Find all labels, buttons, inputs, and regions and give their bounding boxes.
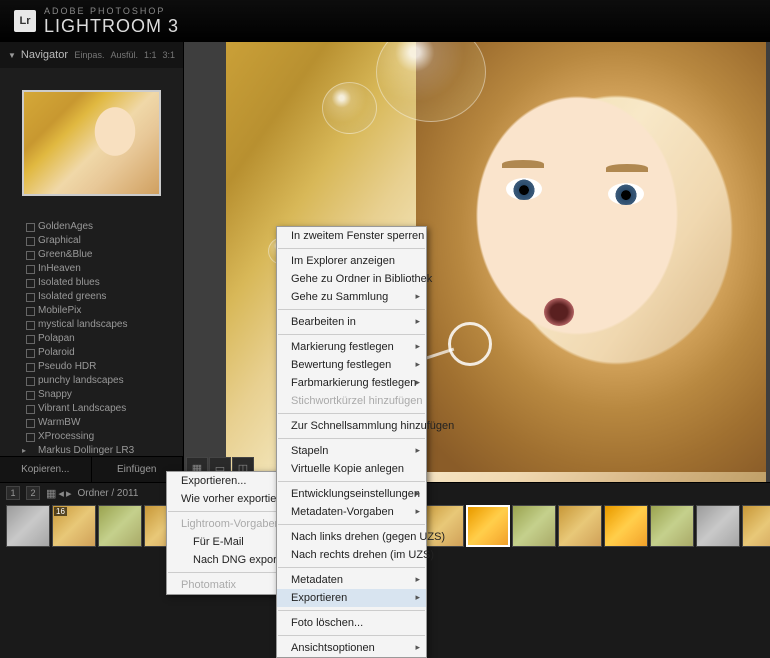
preset-item[interactable]: Polaroid: [0, 346, 183, 360]
preset-item[interactable]: XProcessing: [0, 430, 183, 444]
zoom-fit[interactable]: Einpas.: [74, 50, 104, 60]
preset-item[interactable]: Isolated greens: [0, 290, 183, 304]
menu-item[interactable]: Gehe zu Ordner in Bibliothek: [277, 270, 426, 288]
main-canvas-area: [184, 42, 770, 482]
thumbnail[interactable]: [6, 505, 50, 547]
preset-tree[interactable]: GoldenAges Graphical Green&Blue InHeaven…: [0, 218, 183, 456]
copy-button[interactable]: Kopieren...: [0, 457, 92, 482]
preset-item[interactable]: Snappy: [0, 388, 183, 402]
menu-item[interactable]: Zur Schnellsammlung hinzufügen: [277, 417, 426, 435]
grid-icon[interactable]: ▦: [46, 487, 56, 500]
menu-item[interactable]: Bewertung festlegen: [277, 356, 426, 374]
menu-item[interactable]: Im Explorer anzeigen: [277, 252, 426, 270]
brand-title: LIGHTROOM 3: [44, 17, 179, 35]
zoom-fill[interactable]: Ausfül.: [110, 50, 138, 60]
menu-item[interactable]: Farbmarkierung festlegen: [277, 374, 426, 392]
menu-item[interactable]: Markierung festlegen: [277, 338, 426, 356]
preset-item[interactable]: Isolated blues: [0, 276, 183, 290]
thumbnail[interactable]: 16: [52, 505, 96, 547]
zoom-3to1[interactable]: 3:1: [162, 50, 175, 60]
menu-item[interactable]: Exportieren: [277, 589, 426, 607]
left-panel: ▼ Navigator Einpas. Ausfül. 1:1 3:1 Gold…: [0, 42, 184, 482]
preset-item[interactable]: Pseudo HDR: [0, 360, 183, 374]
preset-item[interactable]: Green&Blue: [0, 248, 183, 262]
thumbnail[interactable]: [98, 505, 142, 547]
thumbnail[interactable]: [466, 505, 510, 547]
menu-item: Stichwortkürzel hinzufügen: [277, 392, 426, 410]
preset-item[interactable]: Vibrant Landscapes: [0, 402, 183, 416]
thumbnail[interactable]: [696, 505, 740, 547]
zoom-1to1[interactable]: 1:1: [144, 50, 157, 60]
menu-item[interactable]: Nach links drehen (gegen UZS): [277, 528, 426, 546]
preset-item[interactable]: GoldenAges: [0, 220, 183, 234]
fwd-icon[interactable]: ▸: [66, 487, 72, 500]
navigator-preview[interactable]: [0, 68, 183, 218]
preset-folder[interactable]: Markus Dollinger LR3: [0, 444, 183, 456]
menu-item[interactable]: Virtuelle Kopie anlegen: [277, 460, 426, 478]
menu-item[interactable]: Entwicklungseinstellungen: [277, 485, 426, 503]
breadcrumb-path[interactable]: Ordner / 2011: [77, 488, 138, 499]
app-header: Lr ADOBE PHOTOSHOP LIGHTROOM 3: [0, 0, 770, 42]
monitor-2-button[interactable]: 2: [26, 486, 40, 500]
sidebar-footer: Kopieren... Einfügen: [0, 456, 183, 482]
menu-item[interactable]: Metadaten: [277, 571, 426, 589]
preset-item[interactable]: MobilePix: [0, 304, 183, 318]
menu-item[interactable]: Exportieren...: [167, 472, 291, 490]
menu-item[interactable]: Nach DNG exportieren: [167, 551, 291, 569]
thumbnail[interactable]: [604, 505, 648, 547]
menu-item[interactable]: Bearbeiten in: [277, 313, 426, 331]
preset-item[interactable]: Graphical: [0, 234, 183, 248]
preset-item[interactable]: mystical landscapes: [0, 318, 183, 332]
app-logo: Lr: [14, 10, 36, 32]
navigator-title: Navigator: [21, 49, 68, 61]
preset-item[interactable]: WarmBW: [0, 416, 183, 430]
monitor-1-button[interactable]: 1: [6, 486, 20, 500]
menu-item[interactable]: In zweitem Fenster sperren: [277, 227, 426, 245]
menu-item[interactable]: Wie vorher exportieren: [167, 490, 291, 508]
back-icon[interactable]: ◂: [58, 487, 64, 500]
preset-item[interactable]: punchy landscapes: [0, 374, 183, 388]
menu-item[interactable]: Ansichtsoptionen: [277, 639, 426, 657]
thumbnail[interactable]: [742, 505, 770, 547]
menu-item[interactable]: Stapeln: [277, 442, 426, 460]
context-menu-main[interactable]: In zweitem Fenster sperren Im Explorer an…: [276, 226, 427, 658]
menu-item: Lightroom-Vorgaben: [167, 515, 291, 533]
navigator-header[interactable]: ▼ Navigator Einpas. Ausfül. 1:1 3:1: [0, 42, 183, 68]
thumbnail[interactable]: [512, 505, 556, 547]
collapse-icon[interactable]: ▼: [8, 51, 16, 60]
preset-item[interactable]: Polapan: [0, 332, 183, 346]
preview-thumbnail[interactable]: [22, 90, 161, 196]
menu-item[interactable]: Für E-Mail: [167, 533, 291, 551]
brand-subtitle: ADOBE PHOTOSHOP: [44, 7, 179, 16]
menu-item[interactable]: Foto löschen...: [277, 614, 426, 632]
thumbnail[interactable]: [558, 505, 602, 547]
menu-item: Photomatix: [167, 576, 291, 594]
context-menu-export[interactable]: Exportieren...Wie vorher exportieren Ligh…: [166, 471, 292, 595]
menu-item[interactable]: Gehe zu Sammlung: [277, 288, 426, 306]
preset-item[interactable]: InHeaven: [0, 262, 183, 276]
thumbnail[interactable]: [650, 505, 694, 547]
menu-item[interactable]: Metadaten-Vorgaben: [277, 503, 426, 521]
